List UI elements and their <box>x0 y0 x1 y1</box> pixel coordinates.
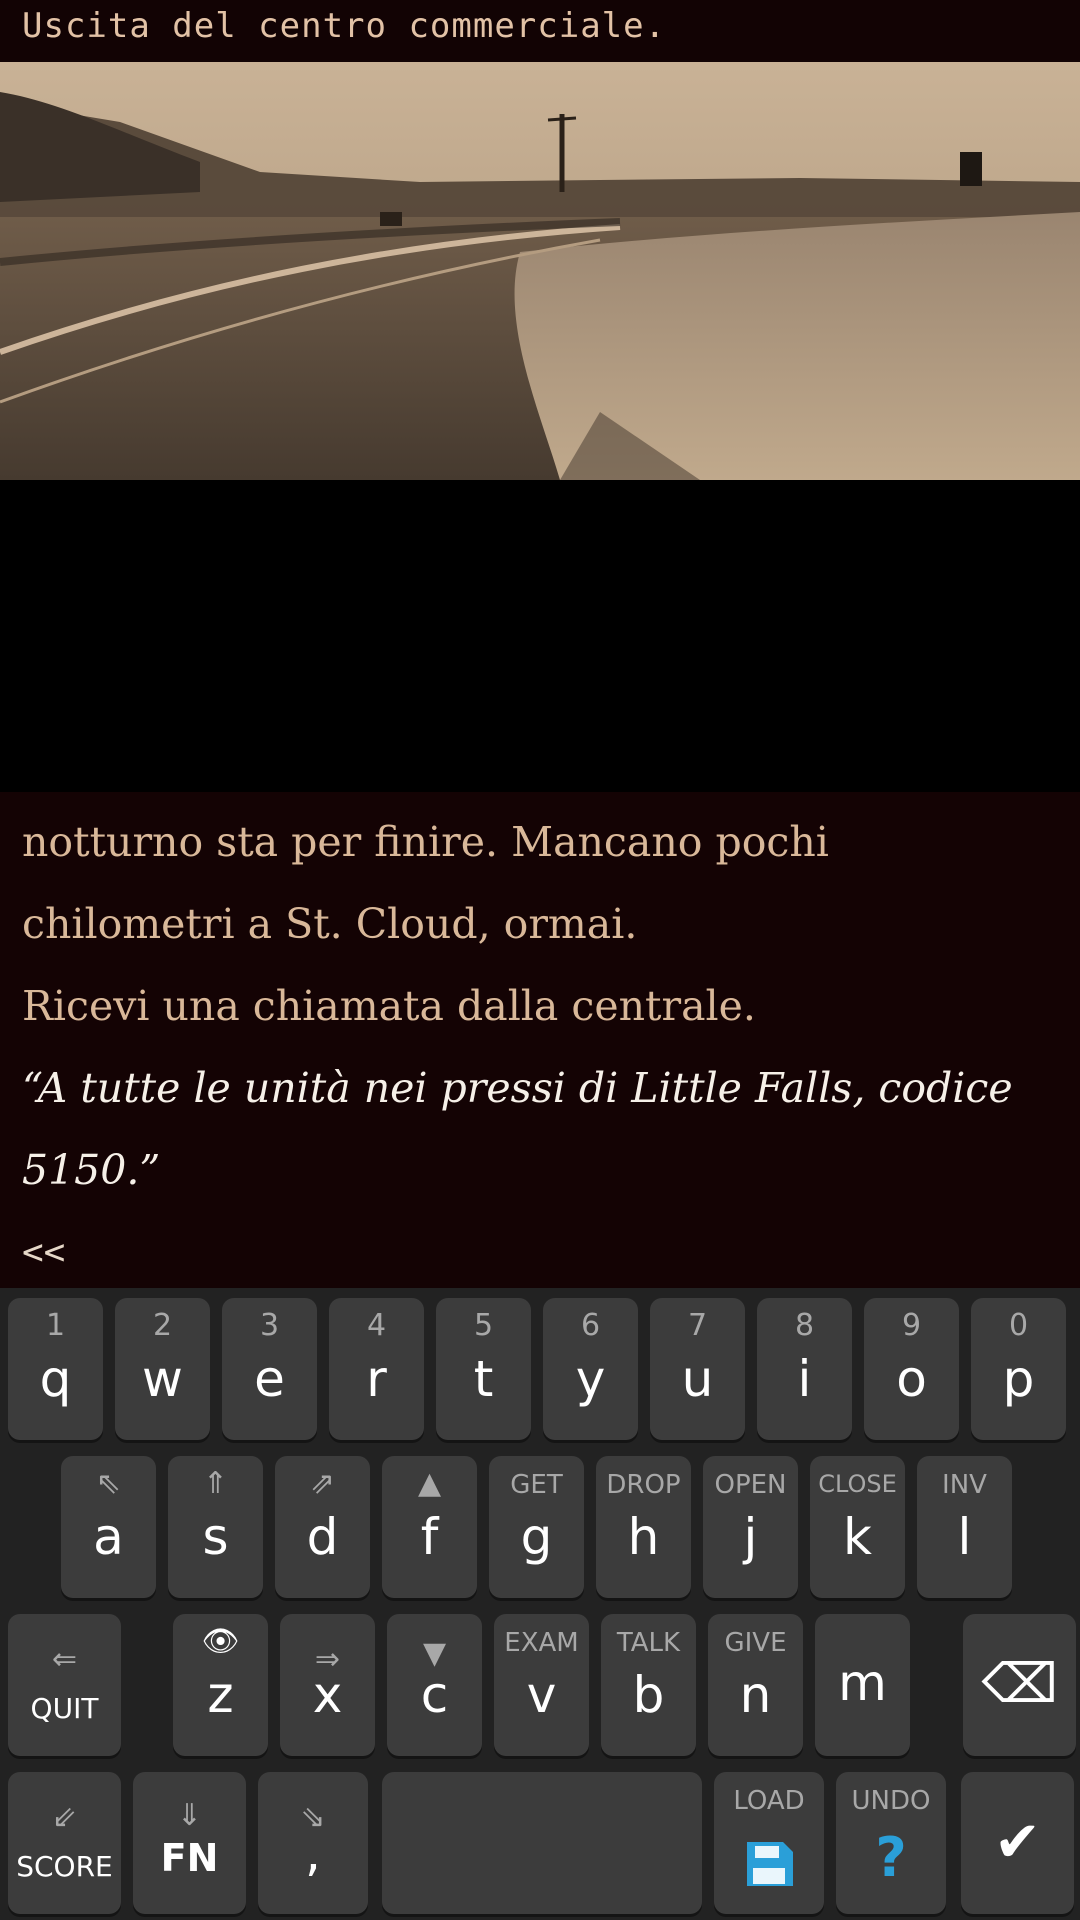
backspace-icon: ⌫ <box>981 1652 1058 1715</box>
key-m[interactable]: m <box>815 1614 910 1756</box>
checkmark-icon: ✔ <box>994 1810 1041 1875</box>
key-w[interactable]: 2w <box>115 1298 210 1440</box>
northwest-arrow-icon: ⇖ <box>95 1466 122 1501</box>
key-v[interactable]: EXAM v <box>494 1614 589 1756</box>
blank-area <box>0 480 1080 792</box>
location-title: Uscita del centro commerciale. <box>22 6 667 46</box>
story-quote: “A tutte le unità nei pressi di Little F… <box>22 1064 1013 1112</box>
key-a[interactable]: ⇖ a <box>61 1456 156 1598</box>
key-x[interactable]: ⇒ x <box>280 1614 375 1756</box>
eye-icon: 👁 <box>201 1624 240 1659</box>
load-key[interactable]: LOAD <box>714 1772 824 1914</box>
left-double-arrow-icon: ⇐ <box>51 1642 78 1677</box>
key-h[interactable]: DROP h <box>596 1456 691 1598</box>
scene-image <box>0 62 1080 480</box>
backspace-key[interactable]: ⌫ <box>963 1614 1076 1756</box>
key-z[interactable]: 👁 z <box>173 1614 268 1756</box>
floppy-disk-icon <box>747 1842 793 1886</box>
key-n[interactable]: GIVE n <box>708 1614 803 1756</box>
southwest-arrow-icon: ⇙ <box>51 1800 78 1835</box>
game-keyboard: 1q 2w 3e 4r 5t 6y 7u 8i 9o 0p ⇖ a ⇑ s ⇗ d ▲… <box>0 1288 1080 1920</box>
story-line: chilometri a St. Cloud, ormai. <box>22 900 638 948</box>
down-double-arrow-icon: ⇓ <box>176 1798 203 1833</box>
key-b[interactable]: TALK b <box>601 1614 696 1756</box>
quit-key[interactable]: ⇐ QUIT <box>8 1614 121 1756</box>
undo-key[interactable]: UNDO? <box>836 1772 946 1914</box>
key-k[interactable]: CLOSE k <box>810 1456 905 1598</box>
northeast-arrow-icon: ⇗ <box>309 1466 336 1501</box>
key-s[interactable]: ⇑ s <box>168 1456 263 1598</box>
space-key[interactable] <box>382 1772 702 1914</box>
key-j[interactable]: OPEN j <box>703 1456 798 1598</box>
back-history-link[interactable]: << <box>22 1232 65 1273</box>
key-i[interactable]: 8i <box>757 1298 852 1440</box>
score-key[interactable]: ⇙ SCORE <box>8 1772 121 1914</box>
key-q[interactable]: 1q <box>8 1298 103 1440</box>
enter-key[interactable]: ✔ <box>961 1772 1074 1914</box>
up-triangle-icon: ▲ <box>417 1466 442 1501</box>
location-bar: Uscita del centro commerciale. <box>0 0 1080 62</box>
story-quote: 5150.” <box>22 1146 161 1194</box>
key-e[interactable]: 3e <box>222 1298 317 1440</box>
fn-key[interactable]: ⇓ FN <box>133 1772 246 1914</box>
key-o[interactable]: 9o <box>864 1298 959 1440</box>
north-arrow-icon: ⇑ <box>202 1466 229 1501</box>
key-g[interactable]: GET g <box>489 1456 584 1598</box>
key-comma[interactable]: ⇘, <box>258 1772 368 1914</box>
road-landscape-image <box>0 62 1080 480</box>
key-r[interactable]: 4r <box>329 1298 424 1440</box>
key-f[interactable]: ▲ f <box>382 1456 477 1598</box>
key-l[interactable]: INV l <box>917 1456 1012 1598</box>
story-line: notturno sta per finire. Mancano pochi <box>22 818 829 866</box>
help-question-icon: ? <box>875 1826 907 1889</box>
key-u[interactable]: 7u <box>650 1298 745 1440</box>
game-screen: Uscita del centro commerciale. notturno … <box>0 0 1080 1920</box>
key-t[interactable]: 5t <box>436 1298 531 1440</box>
key-d[interactable]: ⇗ d <box>275 1456 370 1598</box>
story-line: Ricevi una chiamata dalla centrale. <box>22 982 756 1030</box>
key-c[interactable]: ▼ c <box>387 1614 482 1756</box>
story-text-panel[interactable]: notturno sta per finire. Mancano pochi c… <box>0 792 1080 1288</box>
key-p[interactable]: 0p <box>971 1298 1066 1440</box>
key-y[interactable]: 6y <box>543 1298 638 1440</box>
